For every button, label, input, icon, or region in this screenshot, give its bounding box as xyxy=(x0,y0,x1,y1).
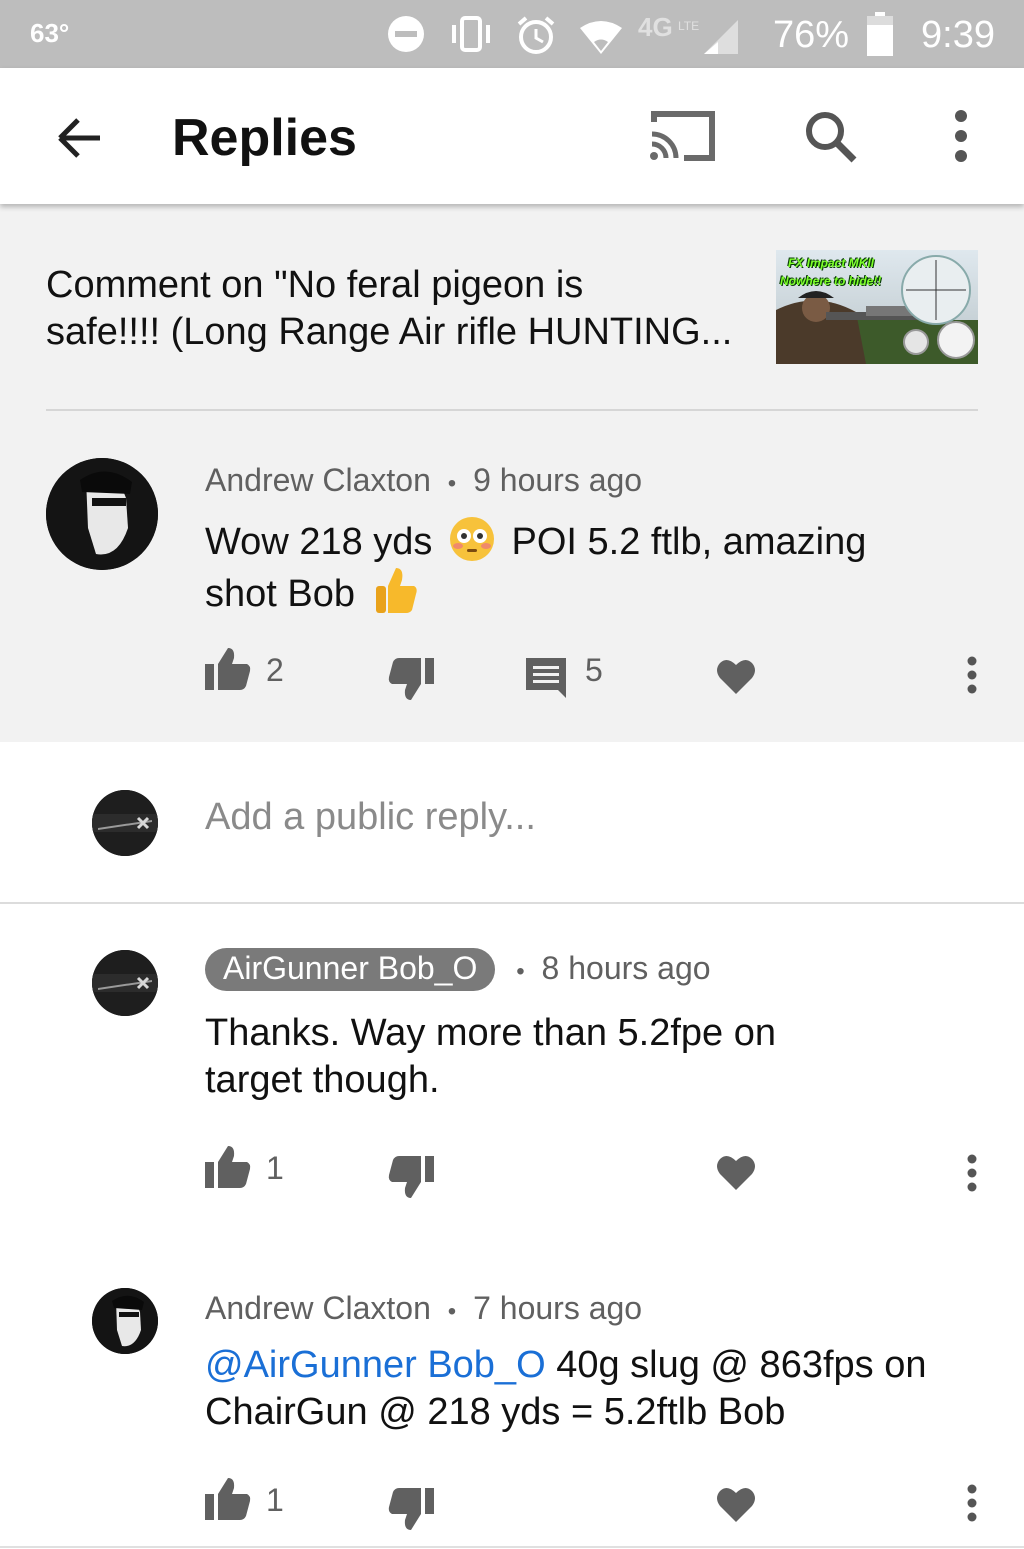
flushed-face-emoji-icon xyxy=(449,517,494,561)
avatar-image xyxy=(92,1288,158,1354)
like-icon[interactable] xyxy=(205,1478,251,1520)
video-title[interactable]: Comment on "No feral pigeon is safe!!!! … xyxy=(46,262,756,356)
battery-percentage: 76% xyxy=(773,14,850,56)
meta-separator: • xyxy=(447,1298,457,1325)
reply-meta: Andrew Claxton • 7 hours ago xyxy=(205,1290,642,1327)
avatar[interactable] xyxy=(92,1288,158,1354)
reply-text: @AirGunner Bob_O 40g slug @ 863fps on Ch… xyxy=(205,1342,985,1436)
reply-input[interactable] xyxy=(205,796,965,839)
reply-item: Andrew Claxton • 7 hours ago @AirGunner … xyxy=(0,1286,1024,1544)
do-not-disturb-icon xyxy=(388,16,424,52)
heart-icon[interactable] xyxy=(716,1154,756,1190)
comment-text: Wow 218 yds POI 5.2 ftlb, amazing shot B… xyxy=(205,516,985,618)
meta-separator: • xyxy=(447,470,457,497)
dislike-icon[interactable] xyxy=(388,1488,434,1530)
clock: 9:39 xyxy=(921,14,995,56)
reply-comment-icon[interactable] xyxy=(526,658,566,698)
more-vert-icon[interactable] xyxy=(965,656,979,694)
avatar-logo-image xyxy=(92,790,158,856)
timestamp: 9 hours ago xyxy=(473,462,643,498)
comment-meta: Andrew Claxton • 9 hours ago xyxy=(205,462,642,499)
dislike-icon[interactable] xyxy=(388,658,434,700)
like-count: 2 xyxy=(266,652,284,688)
alarm-icon xyxy=(517,16,555,54)
reply-item: AirGunner Bob_O • 8 hours ago Thanks. Wa… xyxy=(0,948,1024,1248)
wifi-icon xyxy=(580,21,622,54)
comment-text-part: shot Bob xyxy=(205,573,355,615)
divider xyxy=(0,1546,1024,1548)
comment-thread-header: Comment on "No feral pigeon is safe!!!! … xyxy=(0,204,1024,742)
mention-link[interactable]: @AirGunner Bob_O xyxy=(205,1344,546,1386)
divider xyxy=(46,409,978,411)
divider xyxy=(0,902,1024,904)
status-bar: 63° 4G LTE 76% 9:39 xyxy=(0,0,1024,68)
heart-icon[interactable] xyxy=(716,658,756,694)
cast-icon[interactable] xyxy=(648,108,718,164)
reply-text: Thanks. Way more than 5.2fpe on target t… xyxy=(205,1010,985,1104)
author-name[interactable]: Andrew Claxton xyxy=(205,1290,431,1326)
battery-icon xyxy=(867,12,893,56)
reply-meta: AirGunner Bob_O • 8 hours ago xyxy=(205,948,711,991)
temperature-readout: 63° xyxy=(30,18,70,48)
author-name[interactable]: Andrew Claxton xyxy=(205,462,431,498)
video-title-line-1: Comment on "No feral pigeon is xyxy=(46,264,584,306)
thumbnail-caption-1: FX Impact MKII xyxy=(788,256,875,270)
comment-text-part: POI 5.2 ftlb, amazing xyxy=(511,521,867,563)
reply-text-line: target though. xyxy=(205,1059,440,1101)
app-bar: Replies xyxy=(0,68,1024,204)
like-icon[interactable] xyxy=(205,1146,251,1188)
comment-text-part: Wow 218 yds xyxy=(205,521,433,563)
avatar[interactable] xyxy=(46,458,158,570)
avatar-logo-image xyxy=(92,950,158,1016)
vibrate-icon xyxy=(452,16,490,52)
video-title-line-2: safe!!!! (Long Range Air rifle HUNTING..… xyxy=(46,311,733,353)
like-count: 1 xyxy=(266,1482,284,1518)
avatar[interactable] xyxy=(92,950,158,1016)
timestamp: 7 hours ago xyxy=(473,1290,643,1326)
thumbs-up-emoji-icon xyxy=(375,568,417,613)
more-vert-icon[interactable] xyxy=(950,110,972,162)
reply-count: 5 xyxy=(585,652,603,688)
search-icon[interactable] xyxy=(804,110,858,164)
reply-text-line: ChairGun @ 218 yds = 5.2ftlb Bob xyxy=(205,1391,786,1433)
like-count: 1 xyxy=(266,1150,284,1186)
heart-icon[interactable] xyxy=(716,1486,756,1522)
page-title: Replies xyxy=(172,109,357,167)
more-vert-icon[interactable] xyxy=(965,1154,979,1192)
thumbnail-caption-2: Nowhere to hide!! xyxy=(780,274,882,288)
reply-text-line: 40g slug @ 863fps on xyxy=(545,1344,927,1386)
network-4g-lte-icon: 4G LTE xyxy=(638,12,738,54)
meta-separator: • xyxy=(516,958,525,985)
video-thumbnail[interactable]: FX Impact MKII Nowhere to hide!! xyxy=(776,250,978,364)
reply-input-row xyxy=(0,742,1024,902)
author-chip[interactable]: AirGunner Bob_O xyxy=(205,948,496,991)
parent-comment: Andrew Claxton • 9 hours ago Wow 218 yds… xyxy=(0,458,1024,742)
timestamp: 8 hours ago xyxy=(541,950,711,986)
more-vert-icon[interactable] xyxy=(965,1484,979,1522)
user-avatar xyxy=(92,790,158,856)
svg-text:4G: 4G xyxy=(638,12,673,42)
reply-text-line: Thanks. Way more than 5.2fpe on xyxy=(205,1012,777,1054)
like-icon[interactable] xyxy=(205,648,251,690)
avatar-image xyxy=(46,458,158,570)
svg-text:LTE: LTE xyxy=(678,19,699,33)
dislike-icon[interactable] xyxy=(388,1156,434,1198)
back-arrow-icon[interactable] xyxy=(54,112,106,164)
